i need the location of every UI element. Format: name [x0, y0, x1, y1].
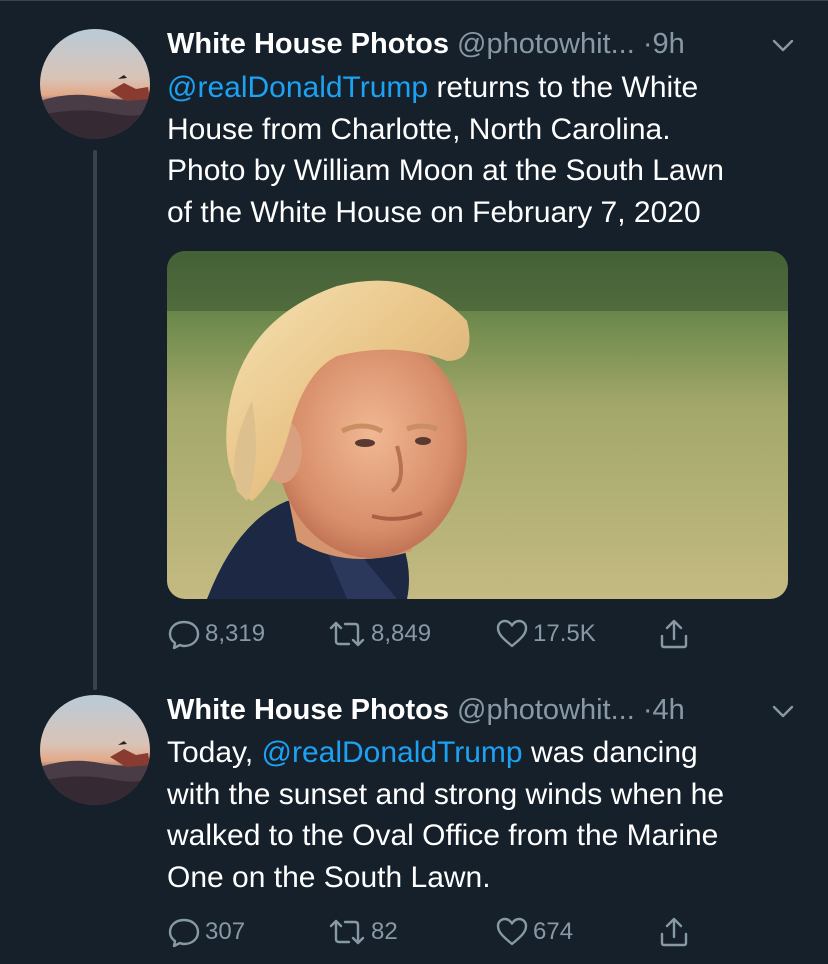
separator-dot: ·	[642, 28, 653, 60]
tweet-actions: 8,319 8,849 17.5K	[167, 614, 727, 654]
tweet-text-line: House from Charlotte, North Carolina.	[167, 112, 671, 146]
like-button[interactable]: 17.5K	[495, 614, 596, 654]
tweet[interactable]: White House Photos @photowhit... ·9h @re…	[0, 0, 828, 680]
text-run: returns to the White	[428, 71, 699, 104]
tweet-text: @realDonaldTrump returns to the White Ho…	[167, 67, 787, 233]
tweet-actions: 307 82 674	[167, 912, 727, 952]
tweet-text-line: Photo by William Moon at the South Lawn	[167, 154, 724, 187]
reply-button[interactable]: 307	[167, 912, 245, 952]
tweet-text-line: Today, @realDonaldTrump was dancing	[167, 732, 787, 774]
share-icon	[657, 915, 691, 949]
retweet-icon	[327, 617, 367, 651]
display-name[interactable]: White House Photos	[167, 694, 449, 726]
reply-icon	[167, 617, 201, 651]
timestamp[interactable]: 4h	[653, 694, 685, 726]
tweet-header: White House Photos @photowhit... ·4h	[167, 690, 797, 730]
display-name[interactable]: White House Photos	[167, 28, 449, 60]
separator-dot: ·	[642, 694, 653, 726]
retweet-count: 8,849	[371, 620, 432, 647]
tweet[interactable]: White House Photos @photowhit... ·4h Tod…	[0, 680, 828, 964]
avatar[interactable]	[40, 29, 150, 139]
share-button[interactable]	[657, 912, 691, 952]
like-count: 17.5K	[533, 620, 596, 647]
retweet-count: 82	[371, 918, 398, 945]
reply-count: 8,319	[205, 620, 266, 647]
like-button[interactable]: 674	[495, 912, 573, 952]
tweet-text-line: with the sunset and strong winds when he	[167, 777, 725, 811]
avatar[interactable]	[40, 695, 150, 805]
tweet-text-line: One on the South Lawn.	[167, 860, 491, 894]
reply-button[interactable]: 8,319	[167, 614, 265, 654]
tweet-text-line: @realDonaldTrump returns to the White	[167, 67, 787, 109]
tweet-header: White House Photos @photowhit... ·9h	[167, 24, 797, 64]
retweet-button[interactable]: 82	[327, 912, 398, 952]
share-icon	[657, 617, 691, 651]
tweet-text-line: walked to the Oval Office from the Marin…	[167, 819, 719, 852]
timestamp[interactable]: 9h	[653, 28, 685, 60]
user-handle[interactable]: @photowhit...	[457, 694, 635, 726]
text-run: Today,	[167, 736, 262, 769]
reply-icon	[167, 915, 201, 949]
mention-link[interactable]: @realDonaldTrump	[167, 71, 428, 104]
share-button[interactable]	[657, 614, 691, 654]
heart-icon	[495, 617, 529, 651]
reply-count: 307	[205, 918, 246, 945]
retweet-icon	[327, 915, 367, 949]
mention-link[interactable]: @realDonaldTrump	[262, 736, 523, 769]
text-run: was dancing	[522, 736, 698, 769]
chevron-down-icon[interactable]	[769, 30, 797, 58]
chevron-down-icon[interactable]	[769, 696, 797, 724]
heart-icon	[495, 915, 529, 949]
user-handle[interactable]: @photowhit...	[457, 28, 635, 60]
like-count: 674	[533, 918, 574, 945]
tweet-text-line: of the White House on February 7, 2020	[167, 195, 701, 229]
retweet-button[interactable]: 8,849	[327, 614, 431, 654]
tweet-text: Today, @realDonaldTrump was dancing with…	[167, 732, 787, 898]
tweet-photo[interactable]	[167, 251, 788, 599]
